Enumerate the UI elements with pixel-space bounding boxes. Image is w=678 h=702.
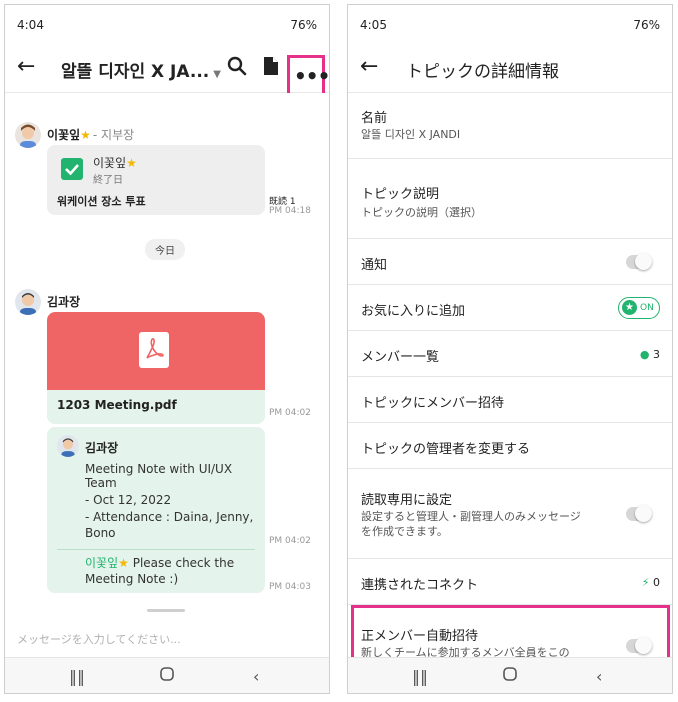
file-name: 1203 Meeting.pdf <box>57 398 177 412</box>
poll-check-icon <box>61 158 83 180</box>
favorite-row[interactable]: お気に入りに追加 ★ ON <box>348 285 672 331</box>
connect-count: ⚡ 0 <box>641 576 660 589</box>
comment-card[interactable]: 김과장 Meeting Note with UI/UX Team - Oct 1… <box>47 427 265 593</box>
comment-line: Meeting Note with UI/UX Team <box>85 462 233 490</box>
mention-message: 이꽃잎★ Please check the Meeting Note :) <box>85 556 235 586</box>
comment-line: - Oct 12, 2022 <box>85 493 172 507</box>
home-icon[interactable] <box>502 666 518 686</box>
avatar <box>57 435 79 457</box>
star-icon: ★ <box>80 128 91 142</box>
member-count: ● 3 <box>639 348 660 361</box>
avatar[interactable] <box>15 289 41 315</box>
file-preview <box>47 312 265 390</box>
comment-line: - Attendance : Daina, Jenny, Bono <box>85 510 254 540</box>
sender-name: 이꽃잎★ - 지부장 <box>47 128 135 142</box>
poll-status: 終了日 <box>93 175 123 186</box>
battery-level: 76% <box>633 18 660 32</box>
invite-member-row[interactable]: トピックにメンバー招待 <box>348 377 672 423</box>
topic-details-screen: 4:05 76% ← トピックの詳細情報 名前 알뜰 디자인 X JANDI ト… <box>347 4 673 694</box>
poll-author: 이꽃잎★ <box>93 156 137 170</box>
back-nav-icon[interactable]: ‹ <box>596 667 602 686</box>
notification-toggle[interactable] <box>626 253 652 270</box>
recent-apps-icon[interactable]: ‖‖ <box>69 667 85 686</box>
status-time: 4:05 <box>360 18 387 32</box>
message-list[interactable]: 이꽃잎★ - 지부장 이꽃잎★ 終了日 워케이션 장소 투표 既読 1 PM 04… <box>5 93 329 603</box>
search-icon[interactable] <box>227 55 247 77</box>
chevron-down-icon: ▼ <box>213 69 221 80</box>
status-time: 4:04 <box>17 18 44 32</box>
more-dots-icon: ••• <box>294 64 330 88</box>
change-admin-row[interactable]: トピックの管理者を変更する <box>348 423 672 469</box>
date-divider: 今日 <box>145 239 185 260</box>
status-bar: 4:05 76% <box>348 5 672 43</box>
person-icon: ● <box>639 348 650 361</box>
plug-icon: ⚡ <box>641 576 650 589</box>
system-nav-bar: ‖‖ ‹ <box>348 657 672 693</box>
connect-row[interactable]: 連携されたコネクト ⚡ 0 <box>348 559 672 605</box>
file-icon[interactable] <box>263 56 279 76</box>
message-time: PM 04:03 <box>269 582 311 592</box>
avatar[interactable] <box>15 122 41 148</box>
topic-name-row[interactable]: 名前 알뜰 디자인 X JANDI <box>348 93 672 159</box>
message-time: PM 04:02 <box>269 536 311 546</box>
topic-description-row[interactable]: トピック説明 トピックの説明（選択） <box>348 159 672 239</box>
home-icon[interactable] <box>159 666 175 686</box>
battery-level: 76% <box>290 18 317 32</box>
message-time: PM 04:18 <box>269 206 311 216</box>
pdf-icon <box>139 332 169 368</box>
file-card[interactable]: 1203 Meeting.pdf <box>47 312 265 424</box>
status-bar: 4:04 76% <box>5 5 329 43</box>
back-arrow-icon[interactable]: ← <box>17 54 35 79</box>
member-list-row[interactable]: メンバー一覧 ● 3 <box>348 331 672 377</box>
notification-row[interactable]: 通知 <box>348 239 672 285</box>
back-arrow-icon[interactable]: ← <box>360 54 378 79</box>
read-only-row[interactable]: 読取専用に設定 設定すると管理人・副管理人のみメッセージを作成できます。 <box>348 469 672 559</box>
message-input[interactable]: メッセージを入力してください... <box>5 617 329 657</box>
favorite-toggle[interactable]: ★ ON <box>618 297 660 319</box>
message-time: PM 04:02 <box>269 408 311 418</box>
more-options-button[interactable]: ••• <box>287 55 329 97</box>
star-icon: ★ <box>622 300 637 315</box>
back-nav-icon[interactable]: ‹ <box>253 667 259 686</box>
topic-title[interactable]: 알뜰 디자인 X JA... ▼ <box>61 57 221 82</box>
read-only-toggle[interactable] <box>626 505 652 522</box>
poll-card[interactable]: 이꽃잎★ 終了日 워케이션 장소 투표 <box>47 145 265 215</box>
recent-apps-icon[interactable]: ‖‖ <box>412 667 428 686</box>
sender-name: 김과장 <box>47 295 81 309</box>
poll-title: 워케이션 장소 투표 <box>57 195 146 208</box>
page-title: トピックの詳細情報 <box>406 62 559 82</box>
highlight-box <box>351 605 670 663</box>
app-header: ← トピックの詳細情報 <box>348 43 672 93</box>
app-header: ← 알뜰 디자인 X JA... ▼ ••• <box>5 43 329 97</box>
chat-screen: 4:04 76% ← 알뜰 디자인 X JA... ▼ ••• 이꽃잎★ - 지부장 <box>4 4 330 694</box>
divider <box>57 549 255 550</box>
system-nav-bar: ‖‖ ‹ <box>5 657 329 693</box>
comment-author: 김과장 <box>85 441 119 455</box>
drag-handle[interactable] <box>147 609 185 612</box>
